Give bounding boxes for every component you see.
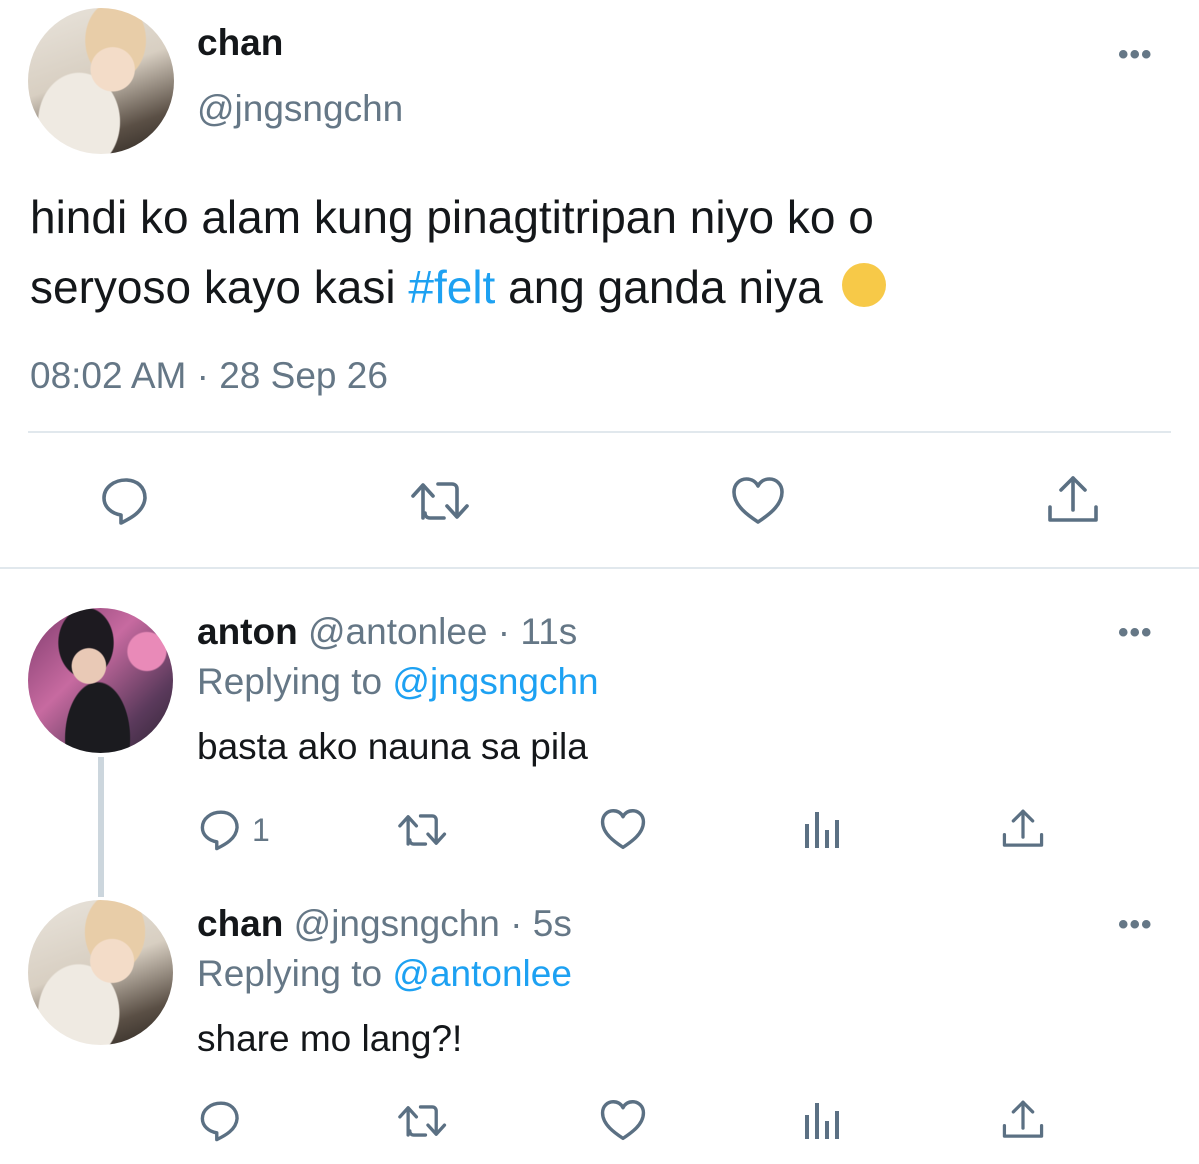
author-avatar[interactable]	[28, 8, 174, 154]
reply-handle[interactable]: @jngsngchn	[294, 903, 500, 944]
tweet-text-line1: hindi ko alam kung pinagtitripan niyo ko…	[30, 191, 874, 243]
thread-line	[98, 757, 104, 897]
hashtag-link[interactable]: #felt	[408, 261, 495, 313]
replying-to-label: Replying to	[197, 661, 393, 702]
analytics-icon[interactable]	[804, 1101, 842, 1141]
replying-to: Replying to @antonlee	[197, 953, 572, 995]
divider	[28, 431, 1171, 433]
more-options-icon[interactable]: •••	[1118, 910, 1153, 940]
divider	[0, 567, 1199, 569]
reply-display-name[interactable]: anton	[197, 611, 298, 652]
reply-icon[interactable]	[199, 808, 243, 852]
reply-header: anton @antonlee · 11s	[197, 611, 577, 653]
reply-time[interactable]: · 5s	[510, 903, 572, 944]
analytics-icon[interactable]	[804, 810, 842, 850]
replying-to: Replying to @jngsngchn	[197, 661, 599, 703]
tweet-text-line2-start: seryoso kayo kasi	[30, 261, 409, 313]
more-options-icon[interactable]: •••	[1118, 40, 1153, 70]
like-icon[interactable]	[731, 476, 785, 526]
reply-avatar[interactable]	[28, 900, 173, 1045]
tweet-text-line2-end: ang ganda niya	[495, 261, 823, 313]
retweet-icon[interactable]	[410, 478, 472, 524]
like-icon[interactable]	[600, 808, 646, 851]
reply-header: chan @jngsngchn · 5s	[197, 903, 572, 945]
pensive-emoji: 😔	[841, 263, 886, 307]
reply-icon[interactable]	[100, 475, 152, 527]
share-icon[interactable]	[1047, 474, 1099, 526]
reply-display-name[interactable]: chan	[197, 903, 283, 944]
share-icon[interactable]	[1002, 808, 1044, 850]
author-display-name[interactable]: chan	[197, 22, 283, 64]
like-icon[interactable]	[600, 1099, 646, 1142]
reply-text: basta ako nauna sa pila	[197, 726, 588, 767]
reply-icon[interactable]	[199, 1099, 243, 1143]
author-handle[interactable]: @jngsngchn	[197, 88, 403, 130]
tweet-timestamp[interactable]: 08:02 AM · 28 Sep 26	[30, 355, 388, 397]
retweet-icon[interactable]	[397, 811, 449, 849]
reply-count: 1	[252, 812, 270, 848]
replying-to-link[interactable]: @antonlee	[392, 953, 572, 994]
replying-to-label: Replying to	[197, 953, 393, 994]
tweet-text: hindi ko alam kung pinagtitripan niyo ko…	[30, 182, 886, 322]
reply-avatar[interactable]	[28, 608, 173, 753]
tweet-text-line2: seryoso kayo kasi #felt ang ganda niya 😔	[30, 252, 886, 322]
share-icon[interactable]	[1002, 1099, 1044, 1141]
reply-handle[interactable]: @antonlee	[308, 611, 488, 652]
more-options-icon[interactable]: •••	[1118, 618, 1153, 648]
reply-text: share mo lang?!	[197, 1018, 463, 1059]
reply-time[interactable]: · 11s	[498, 611, 578, 652]
replying-to-link[interactable]: @jngsngchn	[392, 661, 598, 702]
retweet-icon[interactable]	[397, 1102, 449, 1140]
